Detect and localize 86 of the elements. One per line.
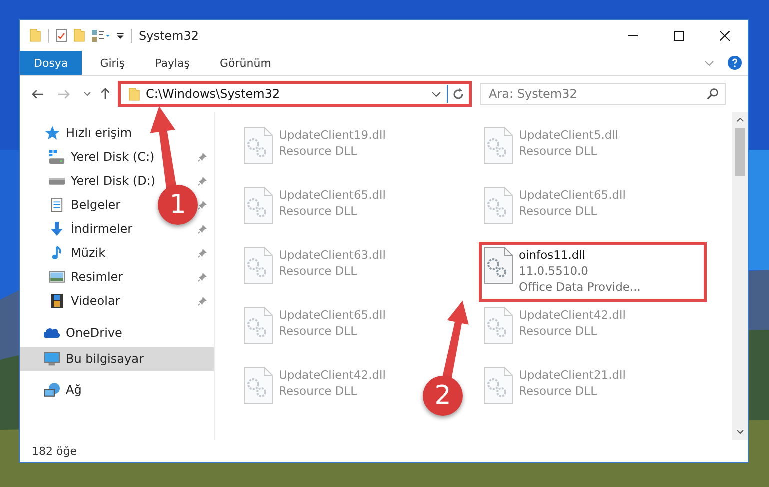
file-name: UpdateClient65.dll: [519, 188, 626, 203]
sidebar-item[interactable]: Yerel Disk (D:): [49, 174, 156, 188]
film-icon: [49, 294, 65, 308]
gear-file-icon: [484, 247, 513, 284]
file-detail: Office Data Provide...: [519, 279, 641, 295]
gear-file-icon: [244, 307, 273, 344]
sidebar-item[interactable]: İndirmeler: [49, 222, 133, 236]
file-name: UpdateClient65.dll: [279, 308, 386, 323]
ribbon-tab[interactable]: Dosya: [20, 51, 82, 75]
gear-file-icon: [244, 367, 273, 404]
item-count: 182 öğe: [32, 444, 77, 458]
sidebar-item[interactable]: Resimler: [49, 270, 124, 284]
sidebar-item[interactable]: Videolar: [49, 294, 120, 308]
drive-icon: [49, 178, 65, 184]
back-arrow-icon[interactable]: [32, 90, 44, 98]
gear-file-icon: [484, 187, 513, 224]
file-name: oinfos11.dll: [519, 248, 587, 263]
gear-file-icon: [244, 187, 273, 224]
pin-icon[interactable]: [198, 272, 208, 282]
monitor-icon: [44, 352, 60, 366]
help-icon[interactable]: [728, 56, 742, 70]
file-detail: Resource DLL: [519, 143, 598, 159]
file-name: UpdateClient65.dll: [279, 188, 386, 203]
pin-icon[interactable]: [198, 224, 208, 234]
ribbon-tab[interactable]: Giriş: [88, 51, 138, 75]
ribbon-tab[interactable]: Görünüm: [208, 51, 284, 75]
scrollbar[interactable]: [732, 112, 748, 440]
folder-icon: [129, 88, 140, 100]
file-name: UpdateClient21.dll: [519, 368, 626, 383]
refresh-icon[interactable]: [453, 88, 464, 100]
document-icon: [49, 198, 65, 212]
pin-icon[interactable]: [198, 176, 208, 186]
file-detail: 11.0.5510.0: [519, 263, 590, 279]
folder-icon[interactable]: [74, 29, 85, 42]
file-name: UpdateClient42.dll: [279, 368, 386, 383]
file-detail: Resource DLL: [279, 383, 358, 399]
pin-icon[interactable]: [198, 296, 208, 306]
address-field[interactable]: C:\Windows\System32: [118, 81, 472, 107]
forward-arrow-icon[interactable]: [58, 90, 70, 98]
file-detail: Resource DLL: [519, 203, 598, 219]
cloud-icon: [44, 326, 60, 340]
pin-icon[interactable]: [198, 200, 208, 210]
gear-file-icon: [484, 127, 513, 164]
view-icon[interactable]: [92, 30, 110, 42]
properties-icon[interactable]: [56, 29, 67, 42]
ribbon-tab[interactable]: Paylaş: [143, 51, 202, 75]
network-icon: [44, 383, 60, 397]
file-name: UpdateClient5.dll: [519, 128, 619, 143]
gear-file-icon: [484, 367, 513, 404]
file-detail: Resource DLL: [279, 263, 358, 279]
scroll-thumb[interactable]: [735, 128, 745, 176]
sidebar-item[interactable]: Ağ: [44, 383, 82, 397]
file-item[interactable]: oinfos11.dll 11.0.5510.0 Office Data Provide...: [479, 242, 707, 302]
pin-icon[interactable]: [198, 248, 208, 258]
maximize-icon: [674, 30, 684, 40]
pin-icon[interactable]: [198, 152, 208, 162]
close-icon: [720, 30, 730, 40]
chevron-icon[interactable]: [84, 92, 91, 96]
gear-file-icon: [484, 307, 513, 344]
sidebar-item[interactable]: Belgeler: [49, 198, 121, 212]
gear-file-icon: [244, 247, 273, 284]
sidebar-item[interactable]: Bu bilgisayar: [44, 352, 144, 366]
sidebar-item[interactable]: OneDrive: [44, 326, 122, 340]
drive-icon: [49, 150, 65, 164]
sidebar-item[interactable]: Yerel Disk (C:): [49, 150, 155, 164]
chevron-icon[interactable]: [432, 92, 441, 96]
down-arrow-icon: [49, 222, 65, 236]
file-detail: Resource DLL: [279, 323, 358, 339]
up-arrow-icon[interactable]: [101, 88, 110, 100]
file-detail: Resource DLL: [279, 143, 358, 159]
gear-file-icon: [244, 127, 273, 164]
scroll-up-icon[interactable]: [736, 118, 744, 122]
scroll-down-icon[interactable]: [736, 430, 744, 434]
sidebar-item[interactable]: Hızlı erişim: [44, 126, 132, 140]
file-name: UpdateClient63.dll: [279, 248, 386, 263]
file-name: UpdateClient42.dll: [519, 308, 626, 323]
sidebar-item[interactable]: Müzik: [49, 246, 106, 260]
folder-icon[interactable]: [30, 29, 41, 42]
file-name: UpdateClient19.dll: [279, 128, 386, 143]
file-detail: Resource DLL: [279, 203, 358, 219]
window-title: System32: [139, 28, 200, 42]
star-icon: [44, 126, 60, 140]
file-detail: Resource DLL: [519, 383, 598, 399]
file-detail: Resource DLL: [519, 323, 598, 339]
dropdown-icon[interactable]: [117, 32, 124, 38]
picture-icon: [49, 270, 65, 284]
